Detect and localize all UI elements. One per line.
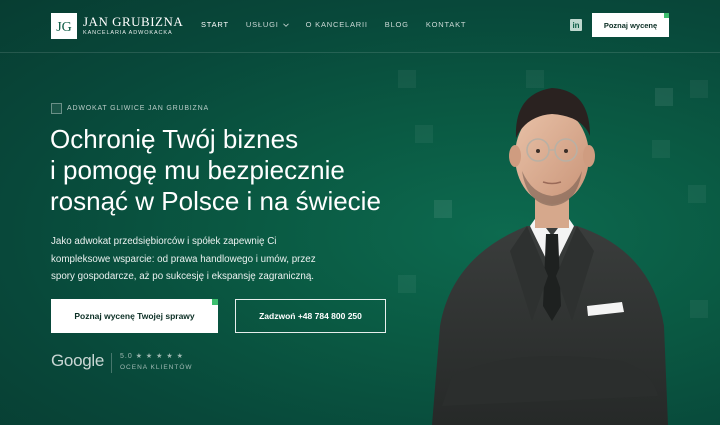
google-logo: Google	[51, 351, 105, 370]
rating-label: OCENA KLIENTÓW	[120, 364, 193, 371]
decorative-square	[398, 70, 416, 88]
eyebrow-text: ADWOKAT GLIWICE JAN GRUBIZNA	[67, 105, 209, 112]
description-line: spory gospodarcze, aż po sukcesję i eksp…	[51, 271, 315, 282]
linkedin-icon[interactable]: in	[570, 19, 582, 31]
headline-line: i pomogę mu bezpiecznie	[50, 155, 345, 185]
rating-value: 5.0	[120, 353, 133, 360]
logo-monogram-icon: JG	[51, 13, 77, 39]
divider	[111, 353, 112, 373]
brand-name: JAN GRUBIZNA	[83, 13, 184, 29]
decorative-square	[690, 80, 708, 98]
call-button[interactable]: Zadzwoń +48 784 800 250	[235, 299, 386, 333]
rating-score: 5.0 ★ ★ ★ ★ ★	[120, 352, 184, 360]
nav-item-o-kancelarii[interactable]: O KANCELARII	[306, 20, 368, 29]
decorative-square	[690, 300, 708, 318]
headline-line: rosnąć w Polsce i na świecie	[50, 186, 381, 216]
hero-eyebrow: ADWOKAT GLIWICE JAN GRUBIZNA	[51, 103, 209, 114]
brand-subtitle: KANCELARIA ADWOKACKA	[83, 29, 173, 36]
nav-item-uslugi[interactable]: USŁUGI	[246, 20, 289, 29]
description-line: kompleksowe wsparcie: od prawa handloweg…	[51, 253, 316, 265]
hero-description: Jako adwokat przedsiębiorców i spółek za…	[51, 233, 371, 286]
rating-stars-icon: ★ ★ ★ ★ ★	[135, 353, 184, 360]
nav-item-start[interactable]: START	[201, 20, 229, 29]
main-nav: START USŁUGI O KANCELARII BLOG KONTAKT	[201, 20, 466, 29]
description-line: Jako adwokat przedsiębiorców i spółek za…	[51, 236, 277, 247]
decorative-square	[688, 185, 706, 203]
site-header: JG JAN GRUBIZNA KANCELARIA ADWOKACKA STA…	[0, 0, 720, 53]
header-quote-button[interactable]: Poznaj wycenę	[592, 13, 669, 37]
headline-line: Ochronię Twój biznes	[50, 124, 299, 154]
decorative-square	[398, 275, 416, 293]
nav-item-label: USŁUGI	[245, 20, 279, 29]
nav-item-blog[interactable]: BLOG	[385, 20, 409, 29]
eyebrow-square-icon	[51, 103, 62, 114]
logo[interactable]: JG JAN GRUBIZNA KANCELARIA ADWOKACKA	[51, 13, 183, 39]
quote-button[interactable]: Poznaj wycenę Twojej sprawy	[51, 299, 218, 333]
hero-headline: Ochronię Twój biznes i pomogę mu bezpiec…	[50, 124, 430, 217]
chevron-down-icon	[282, 23, 289, 27]
lawyer-portrait	[432, 88, 668, 425]
nav-item-kontakt[interactable]: KONTAKT	[426, 20, 466, 29]
svg-text:JG: JG	[56, 20, 72, 35]
